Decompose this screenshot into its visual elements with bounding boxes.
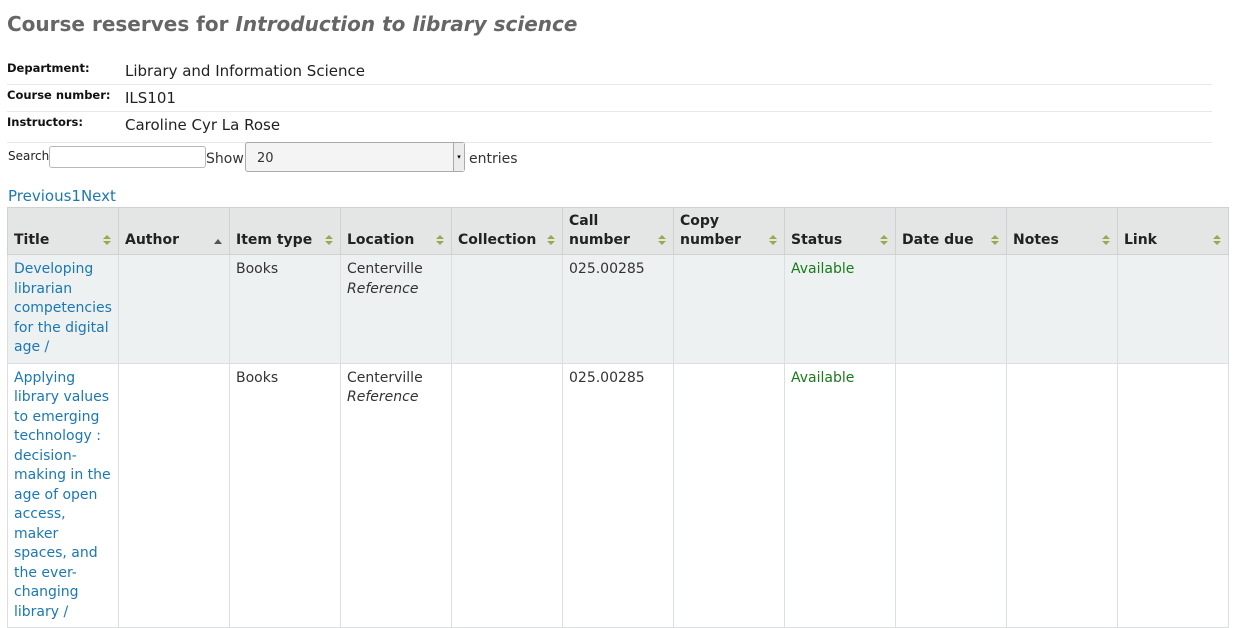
course-number-label: Course number: — [7, 88, 111, 102]
cell-author — [118, 362, 230, 628]
cell-copy-number — [673, 362, 785, 628]
cell-status: Available — [784, 254, 896, 364]
column-header-author[interactable]: Author — [118, 207, 230, 255]
column-header-date-due[interactable]: Date due — [895, 207, 1007, 255]
cell-status: Available — [784, 362, 896, 628]
cell-author — [118, 254, 230, 364]
page-size-value: 20 — [257, 151, 274, 166]
cell-location: Centerville Reference — [340, 362, 452, 628]
next-page-link[interactable]: Next — [81, 187, 116, 205]
cell-date-due — [895, 254, 1007, 364]
sort-both-icon — [1102, 235, 1110, 245]
sort-both-icon — [658, 235, 666, 245]
department-row: Department: Library and Information Scie… — [7, 58, 1212, 85]
cell-collection — [451, 362, 563, 628]
location-branch: Centerville — [347, 261, 423, 277]
page-size-select[interactable]: 20 ▾ — [245, 142, 465, 172]
location-shelf: Reference — [347, 389, 419, 405]
show-label: Show — [206, 151, 244, 167]
cell-item-type: Books — [229, 362, 341, 628]
page-1-link[interactable]: 1 — [71, 187, 81, 205]
sort-both-icon — [547, 235, 555, 245]
instructors-label: Instructors: — [7, 115, 83, 129]
reserves-table: Title Author Item type Location Collecti… — [7, 207, 1229, 628]
cell-collection — [451, 254, 563, 364]
column-header-item-type[interactable]: Item type — [229, 207, 341, 255]
sort-both-icon — [436, 235, 444, 245]
course-number-row: Course number: ILS101 — [7, 85, 1212, 112]
search-label: Search: — [8, 149, 54, 163]
dropdown-arrow-icon: ▾ — [453, 143, 464, 171]
location-branch: Centerville — [347, 369, 423, 386]
page-title-prefix: Course reserves for — [7, 12, 236, 36]
page-title: Course reserves for Introduction to libr… — [7, 12, 577, 36]
cell-location: Centerville Reference — [340, 254, 452, 364]
department-label: Department: — [7, 61, 90, 75]
title-link[interactable]: Developing librarian competencies for th… — [14, 261, 112, 355]
table-row: Developing librarian competencies for th… — [7, 254, 1229, 364]
instructors-value: Caroline Cyr La Rose — [125, 116, 281, 134]
sort-both-icon — [1213, 235, 1221, 245]
cell-notes — [1006, 254, 1118, 364]
column-header-collection[interactable]: Collection — [451, 207, 563, 255]
course-details: Department: Library and Information Scie… — [7, 58, 1212, 143]
sort-both-icon — [103, 235, 111, 245]
instructors-row: Instructors: Caroline Cyr La Rose — [7, 112, 1212, 143]
sort-both-icon — [991, 235, 999, 245]
column-header-location[interactable]: Location — [340, 207, 452, 255]
column-header-copy-number[interactable]: Copy number — [673, 207, 785, 255]
previous-page-link[interactable]: Previous — [8, 187, 71, 205]
column-header-notes[interactable]: Notes — [1006, 207, 1118, 255]
title-link[interactable]: Applying library values to emerging tech… — [14, 370, 111, 620]
cell-title: Applying library values to emerging tech… — [7, 362, 119, 628]
sort-both-icon — [880, 235, 888, 245]
sort-ascending-icon — [214, 239, 222, 244]
location-shelf: Reference — [347, 280, 419, 297]
column-header-link[interactable]: Link — [1117, 207, 1229, 255]
sort-both-icon — [325, 235, 333, 245]
search-input[interactable] — [49, 146, 206, 168]
column-header-status[interactable]: Status — [784, 207, 896, 255]
course-number-value: ILS101 — [125, 89, 176, 107]
cell-call-number: 025.00285 — [562, 254, 674, 364]
cell-call-number: 025.00285 — [562, 362, 674, 628]
entries-label: entries — [469, 151, 518, 167]
column-header-call-number[interactable]: Call number — [562, 207, 674, 255]
cell-title: Developing librarian competencies for th… — [7, 254, 119, 364]
cell-item-type: Books — [229, 254, 341, 364]
sort-both-icon — [769, 235, 777, 245]
pagination: Previous1Next — [8, 187, 116, 205]
course-title: Introduction to library science — [235, 12, 578, 36]
cell-date-due — [895, 362, 1007, 628]
table-header-row: Title Author Item type Location Collecti… — [7, 207, 1229, 255]
cell-notes — [1006, 362, 1118, 628]
cell-copy-number — [673, 254, 785, 364]
status-badge: Available — [791, 261, 855, 277]
cell-link — [1117, 362, 1229, 628]
department-value: Library and Information Science — [125, 62, 365, 80]
column-header-title[interactable]: Title — [7, 207, 119, 255]
cell-link — [1117, 254, 1229, 364]
status-badge: Available — [791, 369, 855, 386]
table-row: Applying library values to emerging tech… — [7, 362, 1229, 628]
